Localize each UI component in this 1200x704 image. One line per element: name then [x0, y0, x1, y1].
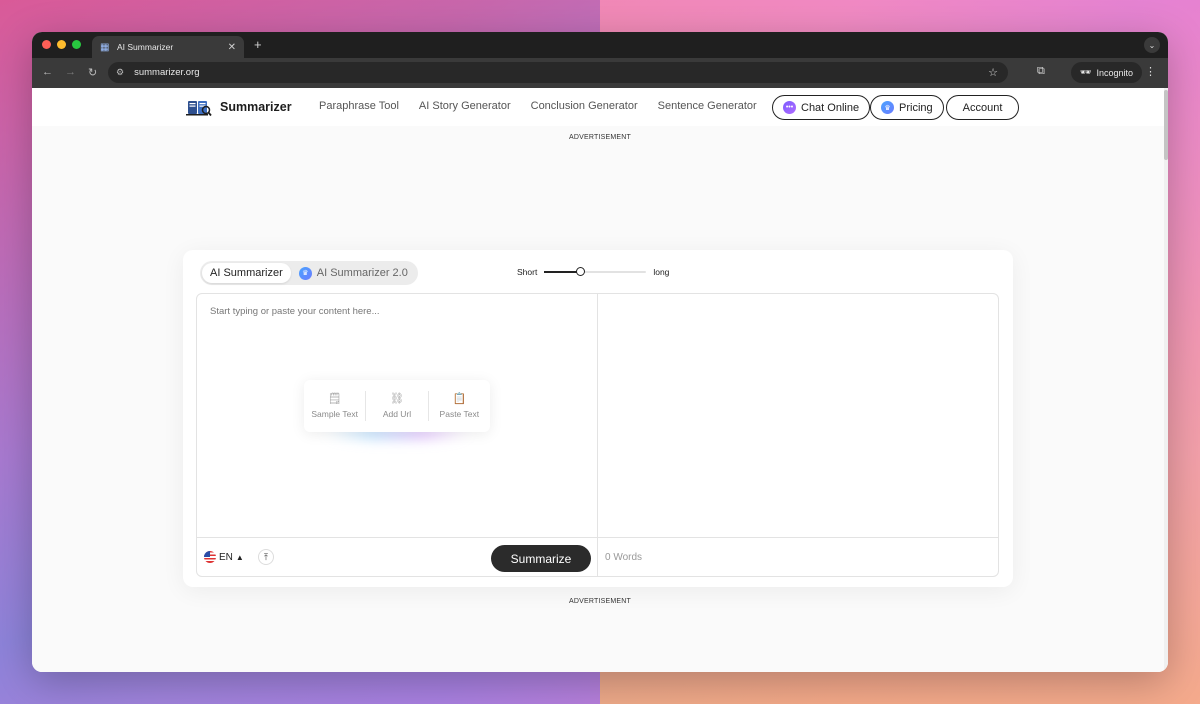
input-pane[interactable]: Start typing or paste your content here.…	[197, 294, 598, 576]
clipboard-icon: 📋	[452, 393, 467, 405]
incognito-icon: 🕶	[1080, 67, 1092, 77]
browser-window: ▦ AI Summarizer ✕ + ⌄ ← → ↻ ⚙ summarizer…	[32, 32, 1168, 672]
crown-icon: ♛	[298, 266, 312, 280]
extensions-icon[interactable]: ⧉	[1037, 65, 1045, 78]
address-bar[interactable]: ⚙ summarizer.org ☆	[108, 62, 1008, 83]
account-button[interactable]: Account	[946, 95, 1019, 120]
mode-toggle: AI Summarizer ♛ AI Summarizer 2.0	[200, 261, 418, 285]
url-text: summarizer.org	[134, 67, 200, 78]
link-icon: ⛓	[390, 393, 404, 405]
scrollbar-thumb[interactable]	[1164, 90, 1168, 160]
output-pane: 0 Words	[598, 294, 998, 576]
nav-link-paraphrase[interactable]: Paraphrase Tool	[319, 100, 399, 112]
incognito-label: Incognito	[1096, 67, 1133, 78]
menu-icon[interactable]: ⋮	[1145, 65, 1156, 78]
input-footer: EN ▲ ⤒ Summarize	[197, 537, 598, 576]
forward-arrow-icon[interactable]: →	[65, 66, 76, 78]
input-placeholder[interactable]: Start typing or paste your content here.…	[210, 306, 380, 317]
output-footer: 0 Words	[598, 537, 998, 576]
browser-toolbar: ← → ↻ ⚙ summarizer.org ☆ ⧉ 🕶 Incognito ⋮	[32, 58, 1168, 88]
browser-tab[interactable]: ▦ AI Summarizer ✕	[92, 36, 244, 58]
length-slider[interactable]	[544, 267, 647, 276]
chat-online-button[interactable]: ••• Chat Online	[772, 95, 871, 120]
new-tab-icon[interactable]: +	[254, 37, 262, 52]
nav-link-conclusion-generator[interactable]: Conclusion Generator	[531, 100, 638, 112]
minimize-window-button[interactable]	[57, 40, 66, 49]
mode-ai-summarizer-label: AI Summarizer	[210, 267, 283, 279]
add-url-button[interactable]: ⛓ Add Url	[366, 393, 427, 419]
logo-book-icon	[186, 101, 212, 117]
mode-ai-summarizer[interactable]: AI Summarizer	[202, 263, 291, 283]
sample-text-button[interactable]: 🗒 Sample Text	[304, 393, 365, 419]
word-count: 0 Words	[605, 552, 643, 563]
paste-text-label: Paste Text	[439, 409, 480, 419]
summary-length-control: Short long	[517, 267, 669, 277]
maximize-window-button[interactable]	[72, 40, 81, 49]
favicon-icon: ▦	[100, 41, 110, 53]
us-flag-icon	[204, 551, 216, 563]
length-long-label: long	[653, 267, 670, 277]
site-logo[interactable]: Summarizer	[186, 97, 292, 117]
paste-text-button[interactable]: 📋 Paste Text	[429, 393, 490, 419]
close-window-button[interactable]	[42, 40, 51, 49]
tab-search-chevron-icon[interactable]: ⌄	[1144, 37, 1160, 53]
advertisement-label-bottom: ADVERTISEMENT	[569, 598, 631, 605]
pricing-button[interactable]: ♛ Pricing	[870, 95, 944, 120]
main-nav: Paraphrase Tool AI Story Generator Concl…	[319, 100, 757, 112]
crown-icon: ♛	[881, 101, 894, 114]
add-url-label: Add Url	[382, 409, 412, 419]
summarize-button[interactable]: Summarize	[491, 545, 591, 572]
nav-link-story-generator[interactable]: AI Story Generator	[419, 100, 511, 112]
back-arrow-icon[interactable]: ←	[42, 66, 53, 78]
web-page: Summarizer Paraphrase Tool AI Story Gene…	[32, 88, 1168, 672]
incognito-badge[interactable]: 🕶 Incognito	[1071, 62, 1142, 83]
site-info-icon[interactable]: ⚙	[116, 67, 124, 78]
pricing-label: Pricing	[899, 101, 933, 114]
mode-ai-summarizer-2[interactable]: ♛ AI Summarizer 2.0	[291, 263, 416, 283]
site-header: Summarizer Paraphrase Tool AI Story Gene…	[32, 88, 1168, 126]
tab-title: AI Summarizer	[117, 42, 174, 52]
mode-ai-summarizer-2-label: AI Summarizer 2.0	[316, 267, 408, 279]
account-label: Account	[962, 101, 1003, 114]
page-scrollbar[interactable]	[1164, 88, 1168, 672]
logo-text: Summarizer	[220, 100, 292, 114]
star-icon[interactable]: ☆	[988, 66, 998, 79]
summarizer-card: AI Summarizer ♛ AI Summarizer 2.0 Short …	[183, 250, 1013, 587]
reload-icon[interactable]: ↻	[88, 66, 97, 79]
document-icon: 🗒	[327, 393, 342, 405]
nav-link-sentence-generator[interactable]: Sentence Generator	[658, 100, 757, 112]
quick-actions: 🗒 Sample Text ⛓ Add Url 📋 Paste Text	[304, 380, 490, 432]
language-label: EN	[219, 551, 233, 563]
chat-bubble-icon: •••	[783, 101, 796, 114]
upload-icon: ⤒	[264, 551, 268, 562]
tab-bar: ▦ AI Summarizer ✕ + ⌄	[32, 32, 1168, 58]
length-short-label: Short	[517, 267, 538, 277]
caret-up-icon: ▲	[235, 552, 244, 562]
chat-online-label: Chat Online	[801, 101, 860, 114]
tab-close-icon[interactable]: ✕	[228, 42, 236, 53]
editor-area: Start typing or paste your content here.…	[196, 293, 999, 577]
window-controls	[42, 40, 81, 49]
advertisement-label-top: ADVERTISEMENT	[569, 134, 631, 141]
sample-text-label: Sample Text	[311, 409, 358, 419]
language-selector[interactable]: EN ▲	[204, 551, 244, 563]
upload-button[interactable]: ⤒	[258, 549, 274, 565]
length-slider-fill	[544, 271, 581, 273]
length-slider-handle[interactable]	[575, 267, 585, 276]
